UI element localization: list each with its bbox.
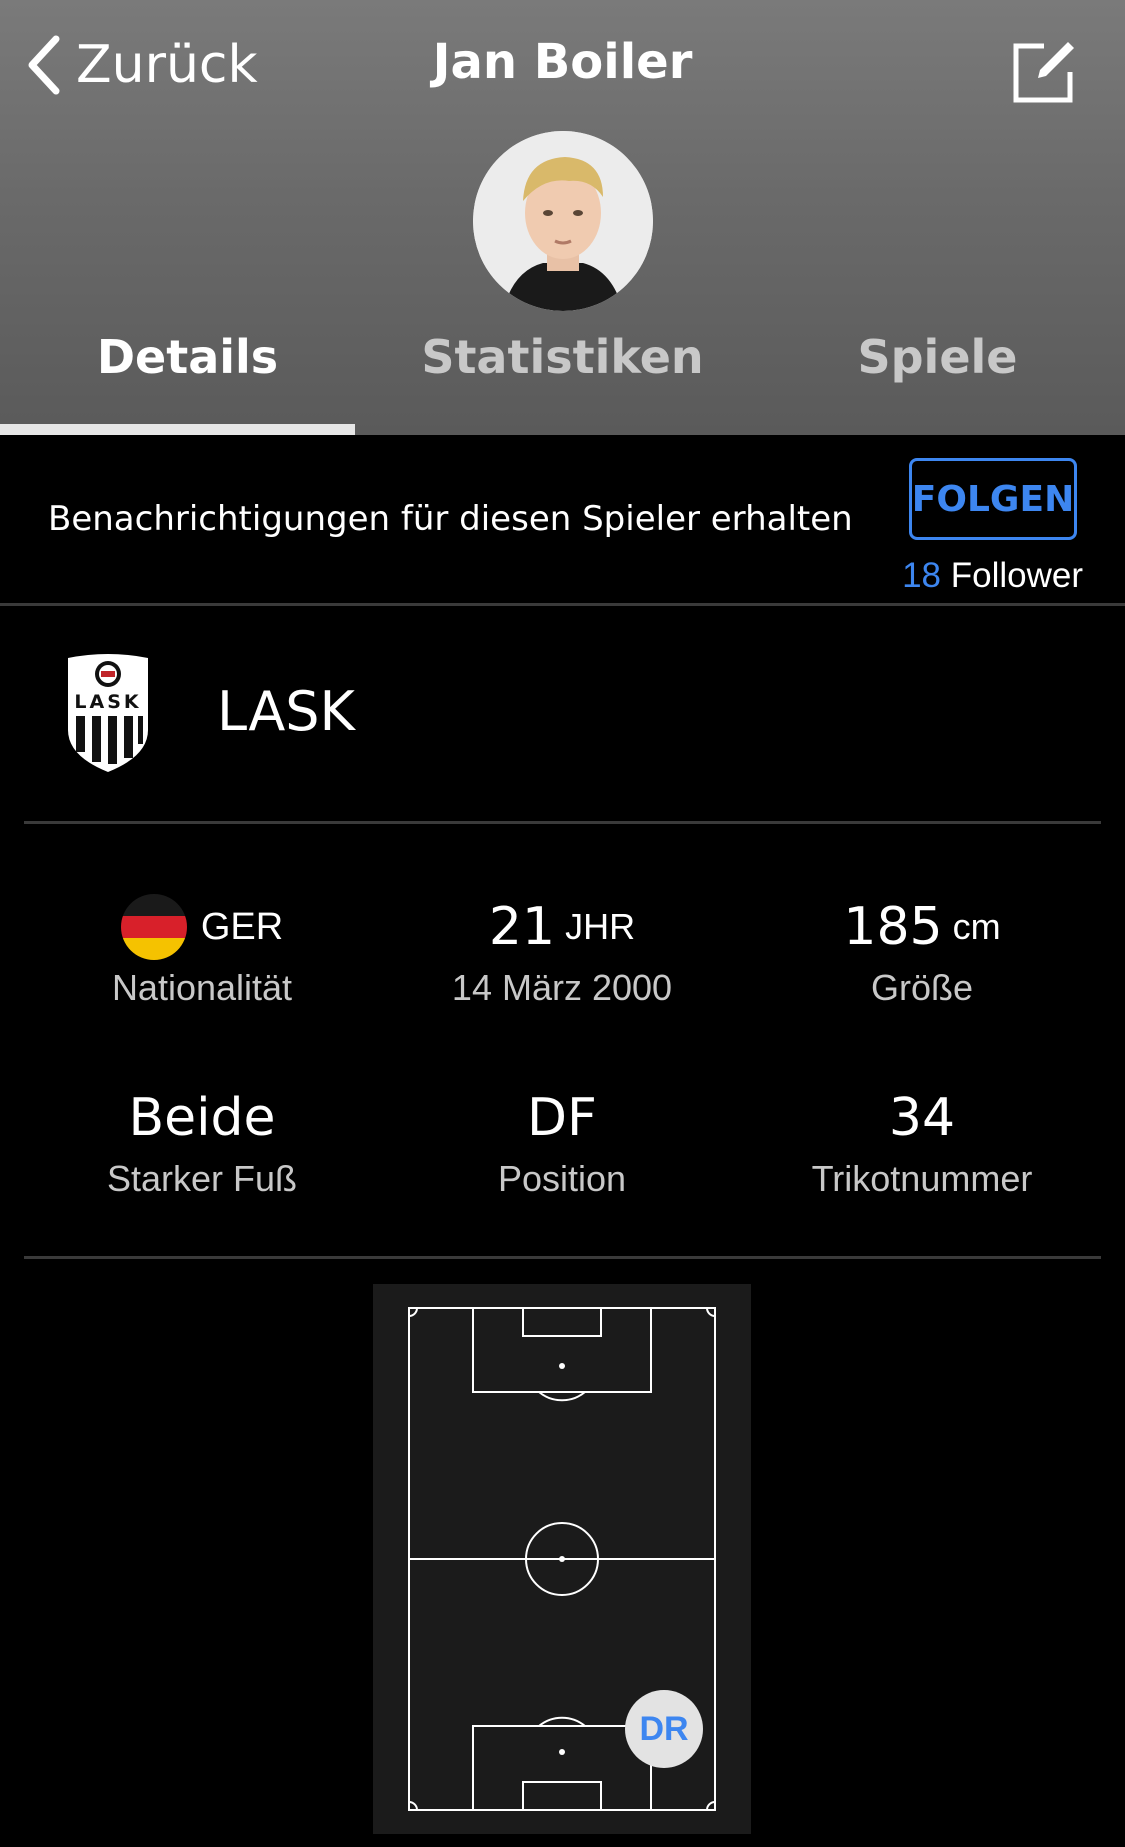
divider [0,603,1125,606]
club-logo-icon[interactable]: LASK [64,652,152,774]
tab-spiele[interactable]: Spiele [750,330,1125,410]
stat-height: 185 cm Größe [742,895,1102,1009]
age-value: 21 [488,897,556,957]
stat-shirt: 34 Trikotnummer [742,1086,1102,1200]
age-unit: JHR [565,906,636,947]
shirt-value: 34 [888,1088,956,1148]
divider [24,1256,1101,1259]
tab-details[interactable]: Details [0,330,375,410]
divider [24,821,1101,824]
position-value: DF [527,1088,597,1148]
foot-value: Beide [128,1088,276,1148]
height-label: Größe [870,967,974,1008]
nationality-value: GER [200,905,284,948]
player-photo [473,131,653,311]
follower-label: Follower [950,556,1083,595]
height-unit: cm [952,906,1001,947]
club-name[interactable]: LASK [217,680,355,743]
active-tab-indicator [0,424,355,435]
foot-label: Starker Fuß [106,1158,298,1199]
stat-position: DF Position [382,1086,742,1200]
height-value: 185 [843,897,943,957]
club-logo-text: LASK [74,691,141,713]
player-avatar [473,131,653,311]
shirt-label: Trikotnummer [811,1158,1033,1199]
edit-icon[interactable] [1010,34,1082,106]
tab-bar: Details Statistiken Spiele [0,330,1125,410]
birthdate-label: 14 März 2000 [451,967,673,1008]
page-title: Jan Boiler [432,34,693,90]
follower-count: 18 Follower [902,556,1083,596]
germany-flag-icon [120,894,187,960]
stat-foot: Beide Starker Fuß [22,1086,382,1200]
stat-age: 21 JHR 14 März 2000 [382,895,742,1009]
position-badge: DR [625,1690,703,1768]
nationality-label: Nationalität [111,967,293,1008]
follow-button[interactable]: FOLGEN [909,458,1077,540]
profile-header: Zurück Jan Boiler Details Statistiken Sp… [0,0,1125,435]
position-label: Position [497,1158,627,1199]
stat-nationality: GER Nationalität [22,894,382,1009]
notification-text: Benachrichtigungen für diesen Spieler er… [48,499,853,539]
tab-statistiken[interactable]: Statistiken [375,330,750,410]
follower-number: 18 [902,556,941,595]
